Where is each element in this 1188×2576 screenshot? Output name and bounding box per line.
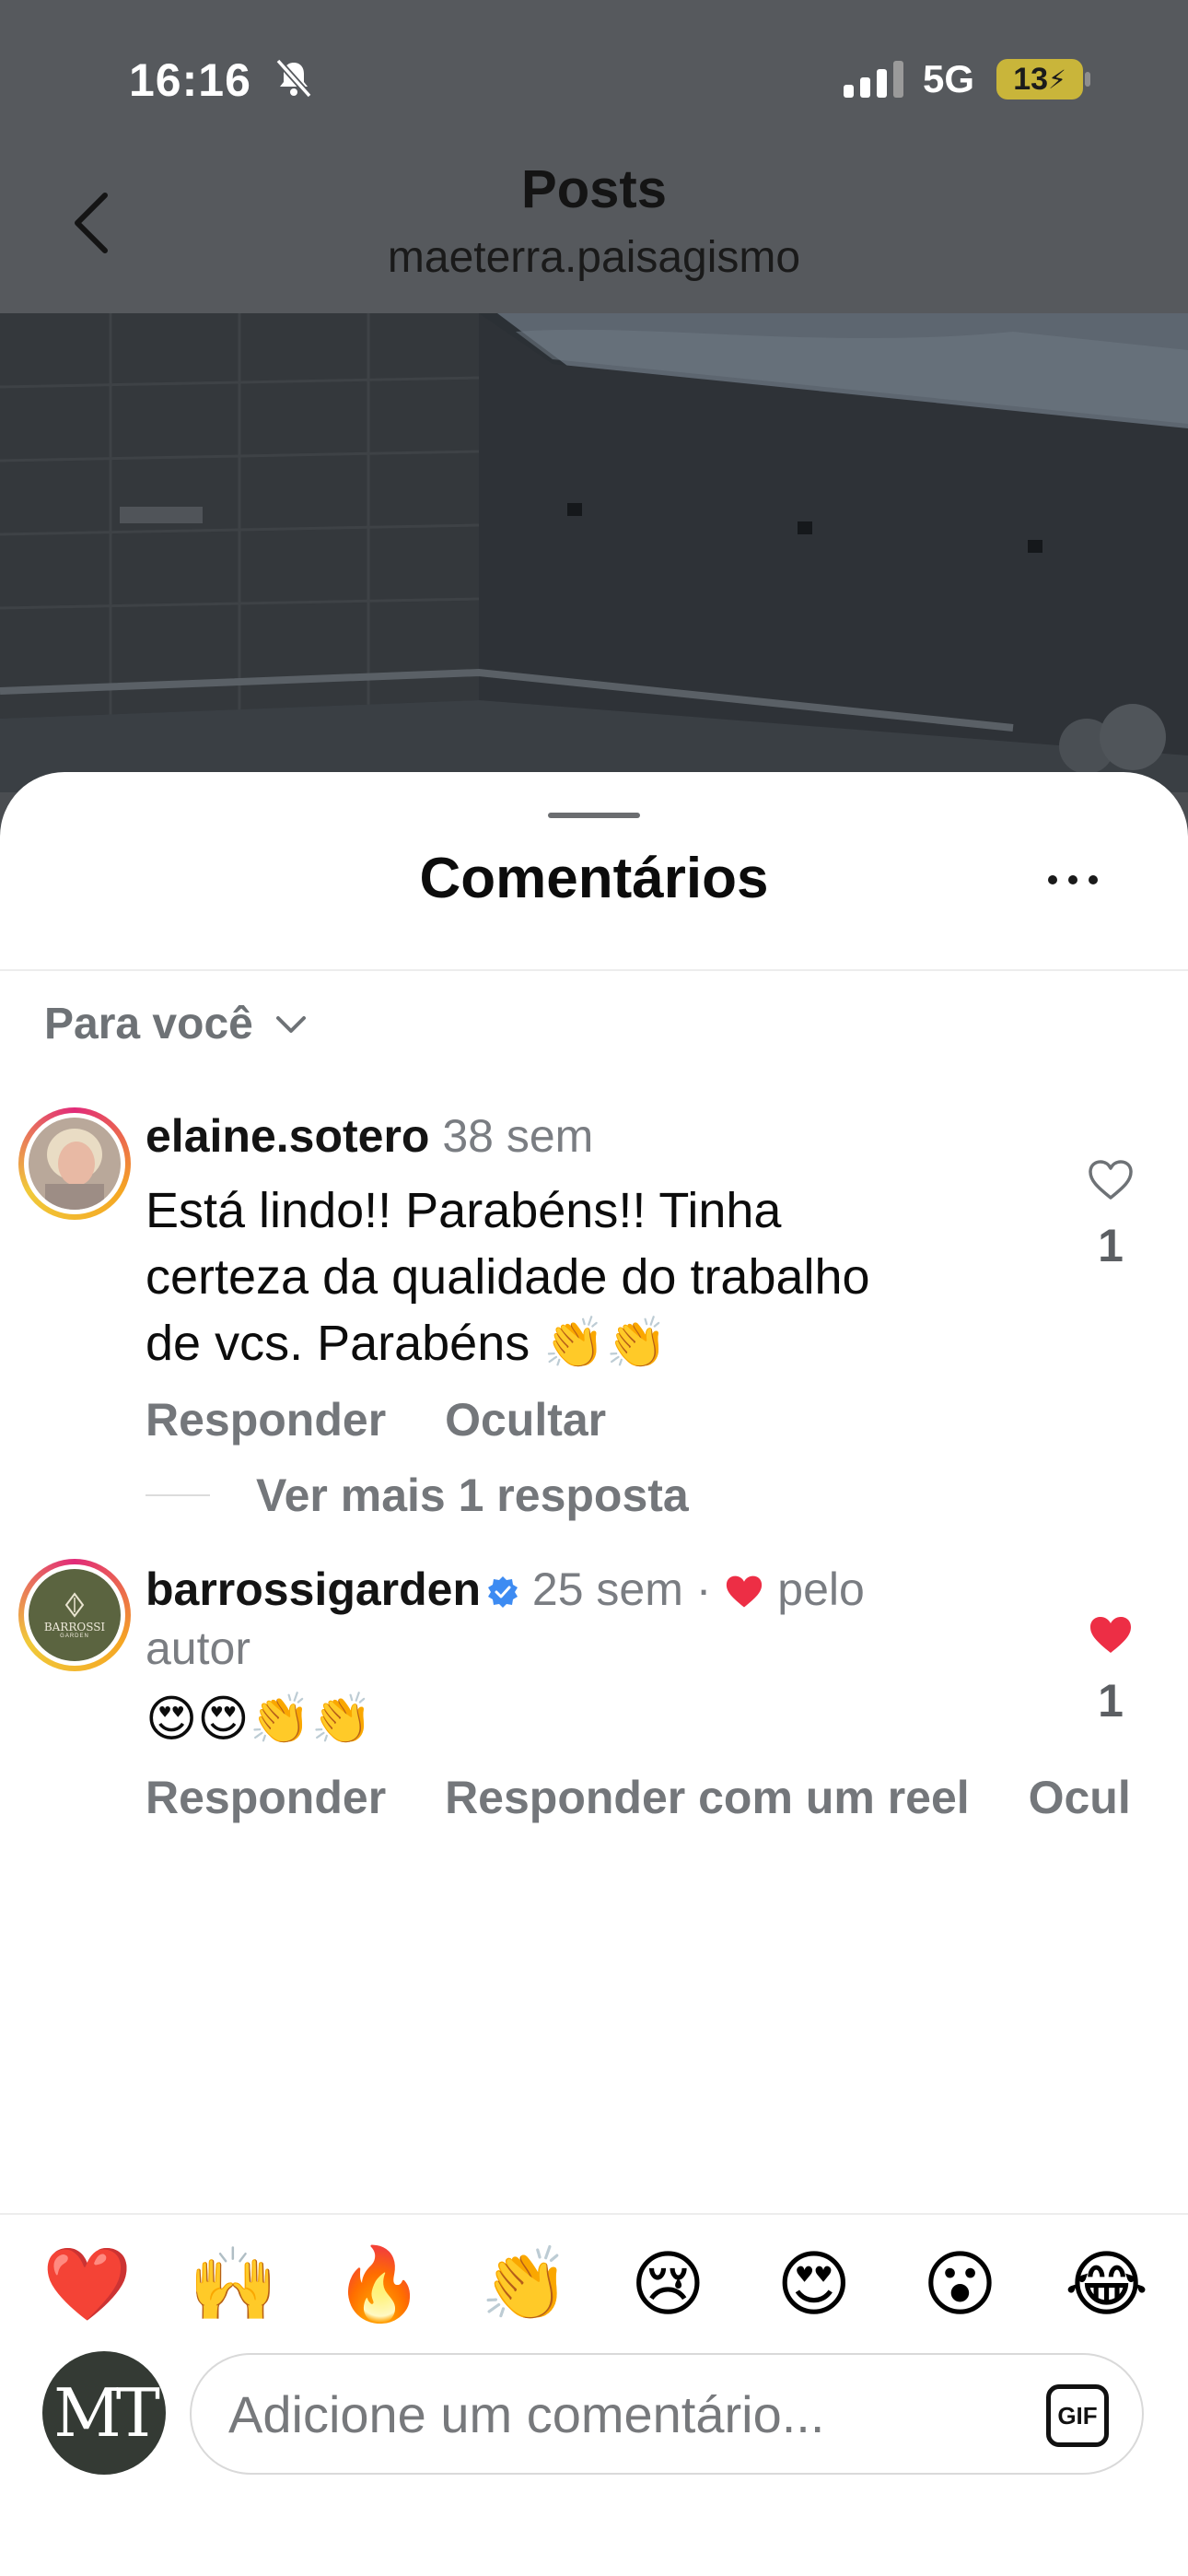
like-column: 1	[1083, 1159, 1138, 1272]
quick-reactions: ❤️ 🙌 🔥 👏 😢 😍 😮 😂	[42, 2242, 1148, 2325]
my-avatar: MT	[42, 2351, 166, 2475]
avatar[interactable]: BARROSSI GARDEN	[18, 1559, 131, 1671]
leaf-logo-icon	[64, 1591, 85, 1618]
sheet-grabber[interactable]	[548, 813, 640, 818]
chevron-down-icon	[275, 1015, 306, 1033]
divider	[0, 969, 1188, 971]
filter-label: Para você	[44, 1000, 253, 1048]
hide-button[interactable]: Ocultar	[445, 1394, 606, 1446]
filter-dropdown[interactable]: Para você	[44, 999, 307, 1049]
comment-header: elaine.sotero 38 sem	[146, 1109, 593, 1163]
page-title: Posts	[521, 159, 667, 219]
reaction-laugh[interactable]: 😂	[1065, 2242, 1148, 2325]
reaction-wow[interactable]: 😮	[918, 2242, 1001, 2325]
verified-badge-icon	[488, 1576, 518, 1608]
avatar-photo	[29, 1118, 121, 1210]
comment-composer-bar: ❤️ 🙌 🔥 👏 😢 😍 😮 😂 MT GIF	[0, 2213, 1188, 2576]
comment-username[interactable]: barrossigarden	[146, 1563, 481, 1615]
battery-level: 13	[1013, 61, 1049, 97]
avatar[interactable]	[18, 1107, 131, 1220]
heart-filled-icon[interactable]	[1088, 1614, 1134, 1657]
avatar-portrait	[29, 1118, 121, 1210]
bell-off-icon	[275, 58, 312, 99]
comment-header-cont: autor	[146, 1622, 250, 1675]
reaction-raised-hands[interactable]: 🙌	[189, 2242, 278, 2325]
comment-username[interactable]: elaine.sotero	[146, 1110, 429, 1162]
top-bar: 16:16 5G 13 ⚡ Posts maeterra.paisagismo	[0, 0, 1188, 313]
reply-with-reel-button[interactable]: Responder com um reel	[445, 1772, 970, 1823]
battery-charging-icon: 13 ⚡	[996, 59, 1083, 100]
comment-actions: Responder Responder com um reel Ocul	[146, 1771, 1177, 1824]
reaction-heart[interactable]: ❤️	[42, 2242, 132, 2325]
comment-text: Está lindo!! Parabéns!! Tinha certeza da…	[146, 1177, 1020, 1376]
post-photo-illustration	[0, 313, 1188, 792]
gif-button[interactable]: GIF	[1046, 2384, 1109, 2447]
like-count: 1	[1098, 1675, 1124, 1727]
signal-icon	[844, 61, 903, 98]
reply-button[interactable]: Responder	[146, 1772, 386, 1823]
post-photo	[0, 313, 1188, 792]
separator-dot: ·	[695, 1563, 712, 1615]
comment-input-box[interactable]: GIF	[190, 2353, 1144, 2475]
heart-filled-icon	[727, 1575, 763, 1608]
view-more-replies[interactable]: Ver mais 1 resposta	[146, 1469, 689, 1522]
heart-outline-icon[interactable]	[1088, 1159, 1134, 1201]
comment-text: 😍😍👏👏	[146, 1692, 374, 1747]
like-count: 1	[1098, 1220, 1124, 1271]
reaction-heart-eyes[interactable]: 😍	[773, 2242, 856, 2325]
avatar-logo: BARROSSI GARDEN	[29, 1569, 121, 1661]
page-subtitle[interactable]: maeterra.paisagismo	[0, 232, 1188, 283]
like-column: 1	[1083, 1614, 1138, 1727]
comment-time: 38 sem	[442, 1110, 594, 1162]
liked-by-author: pelo	[777, 1563, 865, 1615]
reaction-cry[interactable]: 😢	[626, 2242, 709, 2325]
avatar-border: BARROSSI GARDEN	[24, 1564, 125, 1666]
reaction-clap[interactable]: 👏	[481, 2242, 570, 2325]
sheet-title: Comentários	[419, 847, 769, 910]
comment-header: barrossigarden 25 sem · pelo	[146, 1563, 865, 1616]
hide-button[interactable]: Ocul	[1029, 1772, 1131, 1823]
comment-text-line: de vcs. Parabéns 👏👏	[146, 1316, 668, 1371]
status-time: 16:16	[129, 54, 251, 106]
avatar-brand-sub: GARDEN	[60, 1633, 89, 1639]
comment-actions: Responder Ocultar	[146, 1393, 652, 1446]
avatar-border	[24, 1113, 125, 1214]
network-type: 5G	[923, 57, 975, 100]
liked-by-author-cont: autor	[146, 1622, 250, 1674]
replies-line	[146, 1494, 210, 1496]
reply-button[interactable]: Responder	[146, 1394, 386, 1446]
ellipsis-icon[interactable]	[1048, 875, 1098, 894]
comment-time: 25 sem	[531, 1563, 683, 1615]
view-more-replies-label: Ver mais 1 resposta	[256, 1469, 689, 1521]
comment-input[interactable]	[228, 2377, 1020, 2451]
avatar-brand: BARROSSI	[43, 1620, 106, 1633]
battery-tip	[1085, 72, 1090, 87]
comment-text-line: Está lindo!! Parabéns!! Tinha	[146, 1183, 782, 1238]
reaction-fire[interactable]: 🔥	[334, 2242, 424, 2325]
comment-text-line: certeza da qualidade do trabalho	[146, 1249, 870, 1305]
